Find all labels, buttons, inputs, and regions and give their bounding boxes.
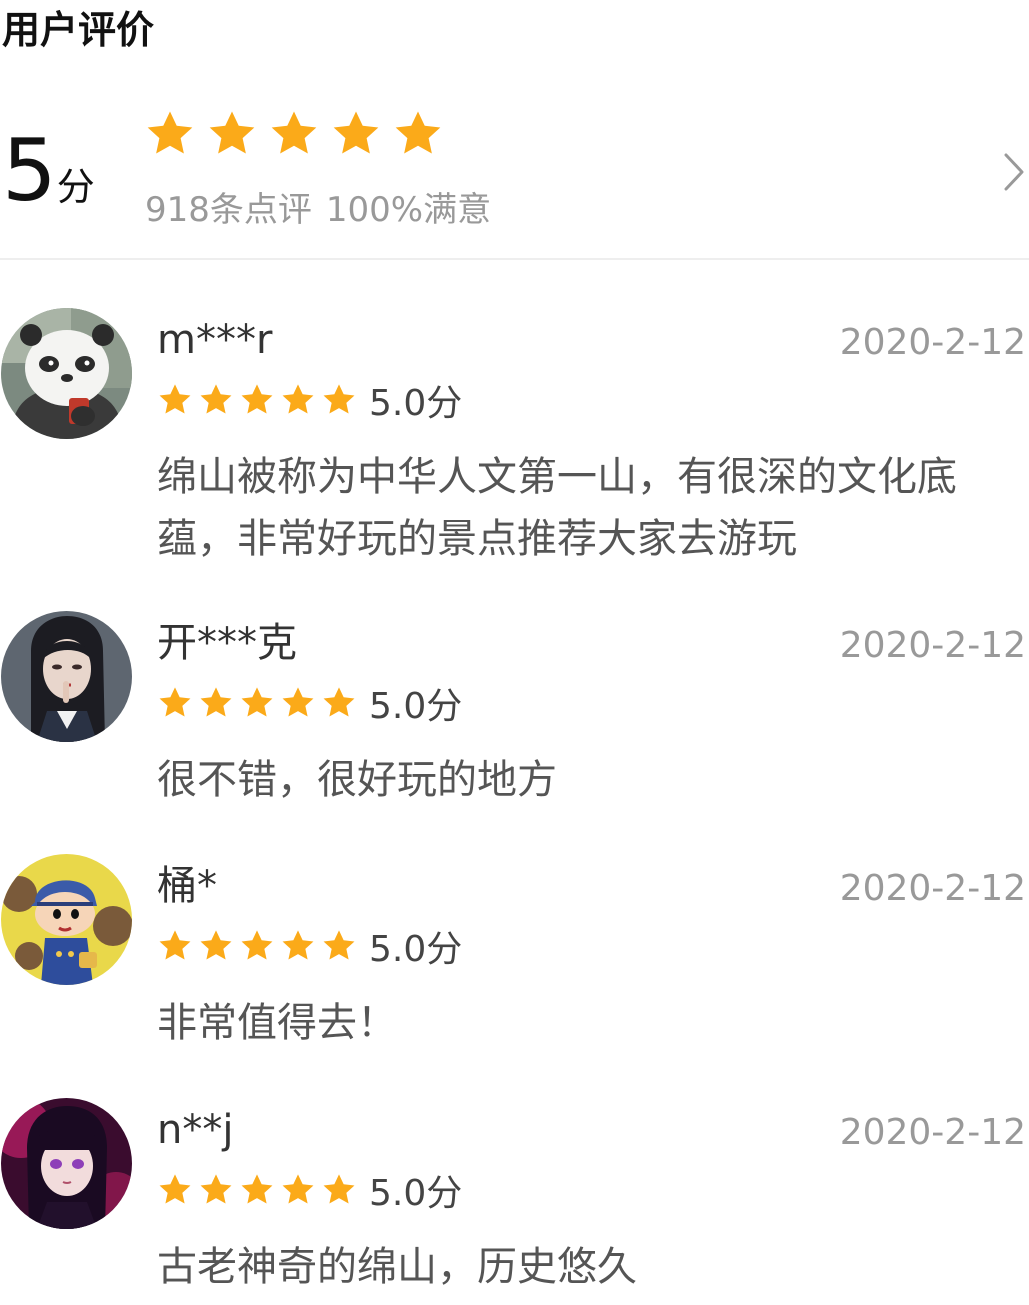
star-icon — [323, 1174, 355, 1204]
review-rating: 5.0分 — [157, 380, 462, 424]
summary-stars — [144, 108, 444, 160]
review-username: n**j — [157, 1107, 234, 1153]
review-date: 2020-2-12 — [839, 1112, 1026, 1153]
review-content: 绵山被称为中华人文第一山，有很深的文化底蕴，非常好玩的景点推荐大家去游玩 — [157, 454, 957, 562]
user-avatar[interactable] — [1, 611, 132, 742]
star-icon — [333, 111, 379, 154]
star-icon — [282, 1174, 314, 1204]
star-icon — [323, 930, 355, 960]
review-rating: 5.0分 — [157, 926, 462, 970]
review-rating-value: 5.0分 — [369, 929, 463, 970]
score-unit: 分 — [56, 165, 95, 209]
review-count: 918条点评 — [145, 190, 312, 230]
star-icon — [271, 111, 317, 154]
satisfaction-rate: 100%满意 — [325, 190, 492, 230]
review-rating: 5.0分 — [157, 683, 462, 727]
review-stars — [157, 685, 357, 721]
overall-score: 5分 — [2, 128, 95, 214]
review-rating-value: 5.0分 — [369, 686, 463, 727]
star-icon — [241, 384, 273, 414]
review-rating-value: 5.0分 — [369, 1173, 463, 1214]
divider — [0, 258, 1029, 260]
star-icon — [323, 384, 355, 414]
star-icon — [200, 1174, 232, 1204]
star-icon — [209, 111, 255, 154]
star-icon — [241, 1174, 273, 1204]
star-icon — [159, 384, 191, 414]
review-date: 2020-2-12 — [839, 625, 1026, 666]
chevron-right-icon[interactable] — [1003, 152, 1025, 192]
cartoon-boy-avatar-icon — [1, 854, 132, 985]
star-icon — [282, 384, 314, 414]
star-icon — [200, 384, 232, 414]
star-icon — [241, 687, 273, 717]
star-icon — [200, 930, 232, 960]
review-username: m***r — [157, 317, 273, 363]
star-icon — [159, 687, 191, 717]
review-date: 2020-2-12 — [839, 868, 1026, 909]
star-icon — [159, 930, 191, 960]
review-stars — [157, 382, 357, 418]
star-icon — [282, 930, 314, 960]
user-avatar[interactable] — [1, 1098, 132, 1229]
anime-girl-avatar-icon — [1, 1098, 132, 1229]
star-icon — [159, 1174, 191, 1204]
summary-meta: 918条点评 100%满意 — [145, 182, 491, 231]
star-icon — [241, 930, 273, 960]
review-content: 很不错，很好玩的地方 — [157, 757, 557, 803]
user-avatar[interactable] — [1, 308, 132, 439]
review-content: 古老神奇的绵山，历史悠久 — [157, 1244, 637, 1290]
review-rating: 5.0分 — [157, 1170, 462, 1214]
star-icon — [282, 687, 314, 717]
review-date: 2020-2-12 — [839, 322, 1026, 363]
star-icon — [323, 687, 355, 717]
user-avatar[interactable] — [1, 854, 132, 985]
girl-illustration-avatar-icon — [1, 611, 132, 742]
star-icon — [200, 687, 232, 717]
review-username: 开***克 — [157, 620, 297, 666]
rating-summary[interactable]: 5分 918条点评 100%满意 — [0, 100, 1029, 258]
star-icon — [147, 111, 193, 154]
review-username: 桶* — [157, 863, 217, 909]
star-icon — [395, 111, 441, 154]
review-content: 非常值得去！ — [157, 1000, 397, 1046]
section-title: 用户评价 — [2, 8, 155, 52]
score-number: 5 — [2, 121, 57, 221]
review-stars — [157, 1172, 357, 1208]
panda-avatar-icon — [1, 308, 132, 439]
review-rating-value: 5.0分 — [369, 383, 463, 424]
review-stars — [157, 928, 357, 964]
